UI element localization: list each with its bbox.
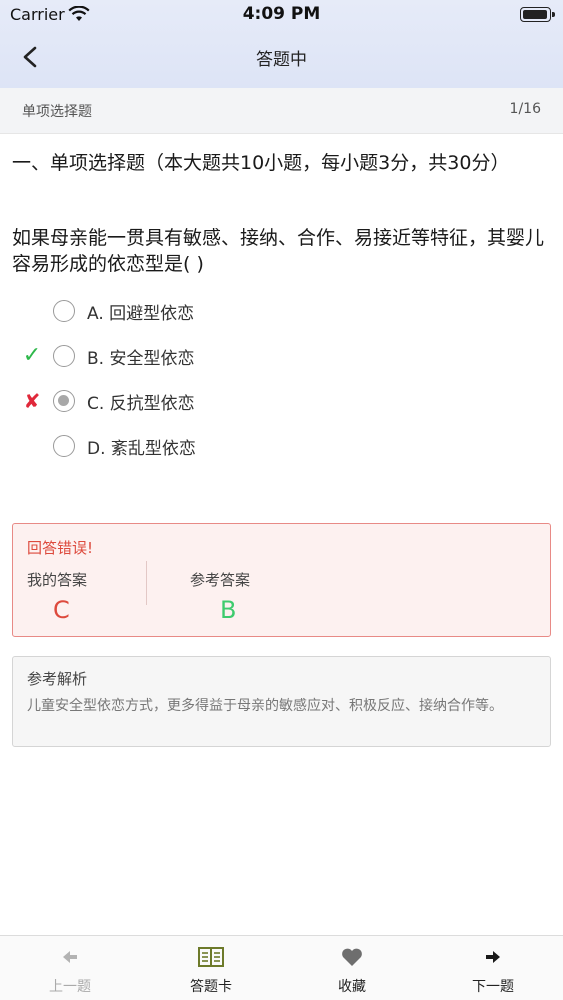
next-question-button[interactable]: 下一题 [423,936,563,1000]
option-b-label: B. 安全型依恋 [87,349,195,369]
answer-card-button[interactable]: 答题卡 [141,936,281,1000]
option-b[interactable]: ✓ B. 安全型依恋 [20,339,420,375]
reference-answer-value: B [220,596,237,624]
bottom-tab-bar: 上一题 答题卡 收藏 下一题 [0,935,563,1000]
answer-card-icon [198,947,224,967]
option-d-radio[interactable] [53,435,75,457]
section-type-label: 单项选择题 [22,104,92,120]
reference-answer-label: 参考答案 [190,571,251,589]
arrow-left-icon [63,951,77,963]
option-a-label: A. 回避型依恋 [87,304,195,324]
analysis-panel: 参考解析 儿童安全型依恋方式，更多得益于母亲的敏感应对、积极反应、接纳合作等。 [12,656,551,747]
correct-check-icon: ✓ [22,343,42,368]
clock: 4:09 PM [242,4,321,24]
favorite-button[interactable]: 收藏 [282,936,422,1000]
question-stem: 如果母亲能一贯具有敏感、接纳、合作、易接近等特征，其婴儿容易形成的依恋型是( ) [12,227,545,275]
option-c-radio[interactable] [53,390,75,412]
option-c[interactable]: ✘ C. 反抗型依恋 [20,384,420,420]
option-a-mark [20,298,44,324]
page-title: 答题中 [256,50,307,70]
heart-icon [342,948,362,966]
option-d[interactable]: D. 紊乱型依恋 [20,429,420,465]
answer-result-panel: 回答错误! 我的答案 C 参考答案 B [12,523,551,637]
option-b-radio[interactable] [53,345,75,367]
divider [146,561,147,605]
analysis-title: 参考解析 [27,670,88,688]
prev-question-button[interactable]: 上一题 [0,936,140,1000]
option-a-radio[interactable] [53,300,75,322]
prev-question-label: 上一题 [49,979,91,995]
battery-icon [520,7,555,22]
option-a[interactable]: A. 回避型依恋 [20,294,420,330]
analysis-text: 儿童安全型依恋方式，更多得益于母亲的敏感应对、积极反应、接纳合作等。 [27,698,503,714]
arrow-right-icon [486,951,500,963]
option-c-label: C. 反抗型依恋 [87,394,195,414]
answer-card-label: 答题卡 [190,979,232,995]
question-progress: 1/16 [509,101,541,117]
favorite-label: 收藏 [338,979,366,995]
result-status: 回答错误! [27,539,94,557]
my-answer-value: C [53,596,70,624]
status-bar: Carrier 4:09 PM [0,0,563,30]
my-answer-label: 我的答案 [27,571,88,589]
wrong-cross-icon: ✘ [23,389,41,413]
header: Carrier 4:09 PM 答题中 [0,0,563,88]
option-d-label: D. 紊乱型依恋 [87,439,196,459]
section-bar: 单项选择题 1/16 [0,88,563,134]
option-d-mark [20,433,44,459]
question-section-title: 一、单项选择题（本大题共10小题，每小题3分，共30分） [12,152,510,174]
next-question-label: 下一题 [472,979,514,995]
